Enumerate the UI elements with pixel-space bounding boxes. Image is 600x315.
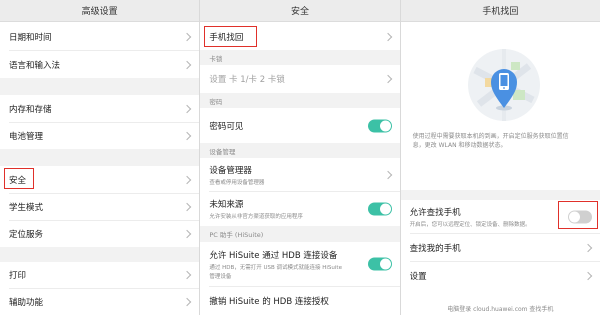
item-label: 允许 HiSuite 通过 HDB 连接设备 [209, 250, 338, 261]
item-subtitle: 管理设备 [209, 273, 232, 280]
section-gap [400, 190, 600, 200]
chevron-right-icon [183, 32, 192, 41]
allow-find-phone-item: 允许查找手机 开启后，您可以远程定位、锁定设备、删除数据。 [400, 200, 600, 233]
password-visible-item: 密码可见 [200, 108, 400, 143]
password-visible-toggle[interactable] [367, 119, 392, 132]
item-label: 定位服务 [9, 230, 44, 240]
chevron-right-icon [183, 131, 192, 141]
chevron-right-icon [383, 32, 392, 41]
settings-item-date-time[interactable]: 日期和时间 [0, 23, 200, 50]
item-label: 设备管理器 [209, 165, 252, 176]
item-label: 查找我的手机 [409, 243, 461, 254]
item-label: 辅助功能 [9, 298, 44, 308]
chevron-right-icon [383, 170, 392, 179]
settings-item-print[interactable]: 打印 [0, 262, 200, 288]
allow-find-phone-toggle[interactable] [567, 210, 592, 223]
advanced-settings-panel: 高级设置 日期和时间 语言和输入法 内存和存储 电池管理 安全 学生模式 定位服… [0, 0, 200, 315]
item-label: 密码可见 [209, 121, 244, 132]
item-subtitle: 查看或停用设备管理器 [209, 179, 265, 186]
item-label: 撤销 HiSuite 的 HDB 连接授权 [209, 297, 329, 307]
section-gap [0, 247, 200, 262]
settings-screen: 高级设置 日期和时间 语言和输入法 内存和存储 电池管理 安全 学生模式 定位服… [0, 0, 600, 315]
item-label: 学生模式 [9, 203, 44, 213]
item-label: 语言和输入法 [9, 60, 61, 71]
item-label: 允许查找手机 [409, 207, 461, 218]
chevron-right-icon [183, 60, 192, 69]
chevron-right-icon [183, 270, 192, 280]
item-label: 打印 [9, 271, 27, 281]
unknown-sources-toggle[interactable] [367, 202, 392, 216]
item-subtitle: 允许安装从非官方渠道获取的应用程序 [209, 214, 303, 220]
item-label: 未知来源 [209, 200, 244, 210]
revoke-hdb-item[interactable]: 撤销 HiSuite 的 HDB 连接授权 [200, 287, 400, 315]
phone-finder-item[interactable]: 手机找回 [200, 23, 400, 50]
cloud-login-hint: 电脑登录 cloud.huawei.com 查找手机 [447, 306, 554, 313]
item-label: 设置 [409, 271, 427, 282]
settings-item-security[interactable]: 安全 [0, 166, 200, 193]
chevron-right-icon [183, 104, 192, 113]
hisuite-hdb-toggle[interactable] [367, 257, 392, 271]
panel-title: 安全 [200, 0, 400, 22]
settings-item-language[interactable]: 语言和输入法 [0, 51, 200, 78]
item-label: 电池管理 [9, 132, 44, 142]
item-subtitle: 开启后，您可以远程定位、锁定设备、删除数据。 [409, 221, 531, 228]
item-label: 设置 卡 1/卡 2 卡锁 [209, 75, 285, 85]
security-panel: 安全 手机找回 卡锁 设置 卡 1/卡 2 卡锁 密码 密码可见 设备管理 设备… [200, 0, 400, 315]
settings-item-location[interactable]: 定位服务 [0, 221, 200, 247]
section-gap [0, 78, 200, 95]
description-line: 息，更改 WLAN 和移动数据状态。 [412, 141, 507, 149]
permission-description: 使用过程中需要获取本机的到画，开启定位服务获取位置信 息，更改 WLAN 和移动… [413, 133, 590, 150]
chevron-right-icon [183, 202, 192, 212]
sim-lock-item: 设置 卡 1/卡 2 卡锁 [200, 65, 400, 93]
map-illustration-icon [467, 48, 541, 122]
settings-item-accessibility[interactable]: 辅助功能 [0, 289, 200, 315]
item-label: 日期和时间 [9, 32, 52, 43]
hisuite-hdb-item: 允许 HiSuite 通过 HDB 连接设备 通过 HDB，无需打开 USB 调… [200, 242, 400, 286]
item-label: 手机找回 [209, 32, 244, 43]
description-line: 使用过程中需要获取本机的到画，开启定位服务获取位置信 [412, 133, 569, 140]
chevron-right-icon [583, 243, 593, 252]
settings-item-storage[interactable]: 内存和存储 [0, 95, 200, 122]
item-subtitle: 通过 HDB，无需打开 USB 调试模式就能连接 HiSuite [209, 264, 342, 271]
chevron-right-icon [183, 175, 192, 184]
find-settings-item[interactable]: 设置 [400, 262, 600, 289]
chevron-right-icon [183, 297, 192, 307]
chevron-right-icon [583, 271, 593, 280]
section-header-hisuite: PC 助手 (HiSuite) [200, 226, 400, 242]
find-my-phone-item[interactable]: 查找我的手机 [400, 234, 600, 261]
unknown-sources-item: 未知来源 允许安装从非官方渠道获取的应用程序 [200, 192, 400, 226]
phone-finder-panel: 手机找回 使用过程中需要获取本机的到画，开启定位服务获取位置信 息，更改 WLA… [400, 0, 600, 315]
section-header-password: 密码 [200, 93, 400, 108]
settings-item-student-mode[interactable]: 学生模式 [0, 194, 200, 220]
chevron-right-icon [183, 229, 192, 239]
device-manager-item[interactable]: 设备管理器 查看或停用设备管理器 [200, 158, 400, 191]
section-header-device: 设备管理 [200, 143, 400, 158]
item-label: 安全 [9, 175, 27, 186]
panel-title: 手机找回 [400, 0, 600, 22]
section-header-sim-lock: 卡锁 [200, 50, 400, 65]
settings-item-battery[interactable]: 电池管理 [0, 123, 200, 149]
chevron-right-icon [383, 74, 392, 84]
item-label: 内存和存储 [9, 104, 52, 115]
panel-title: 高级设置 [0, 0, 200, 22]
section-gap [0, 149, 200, 166]
